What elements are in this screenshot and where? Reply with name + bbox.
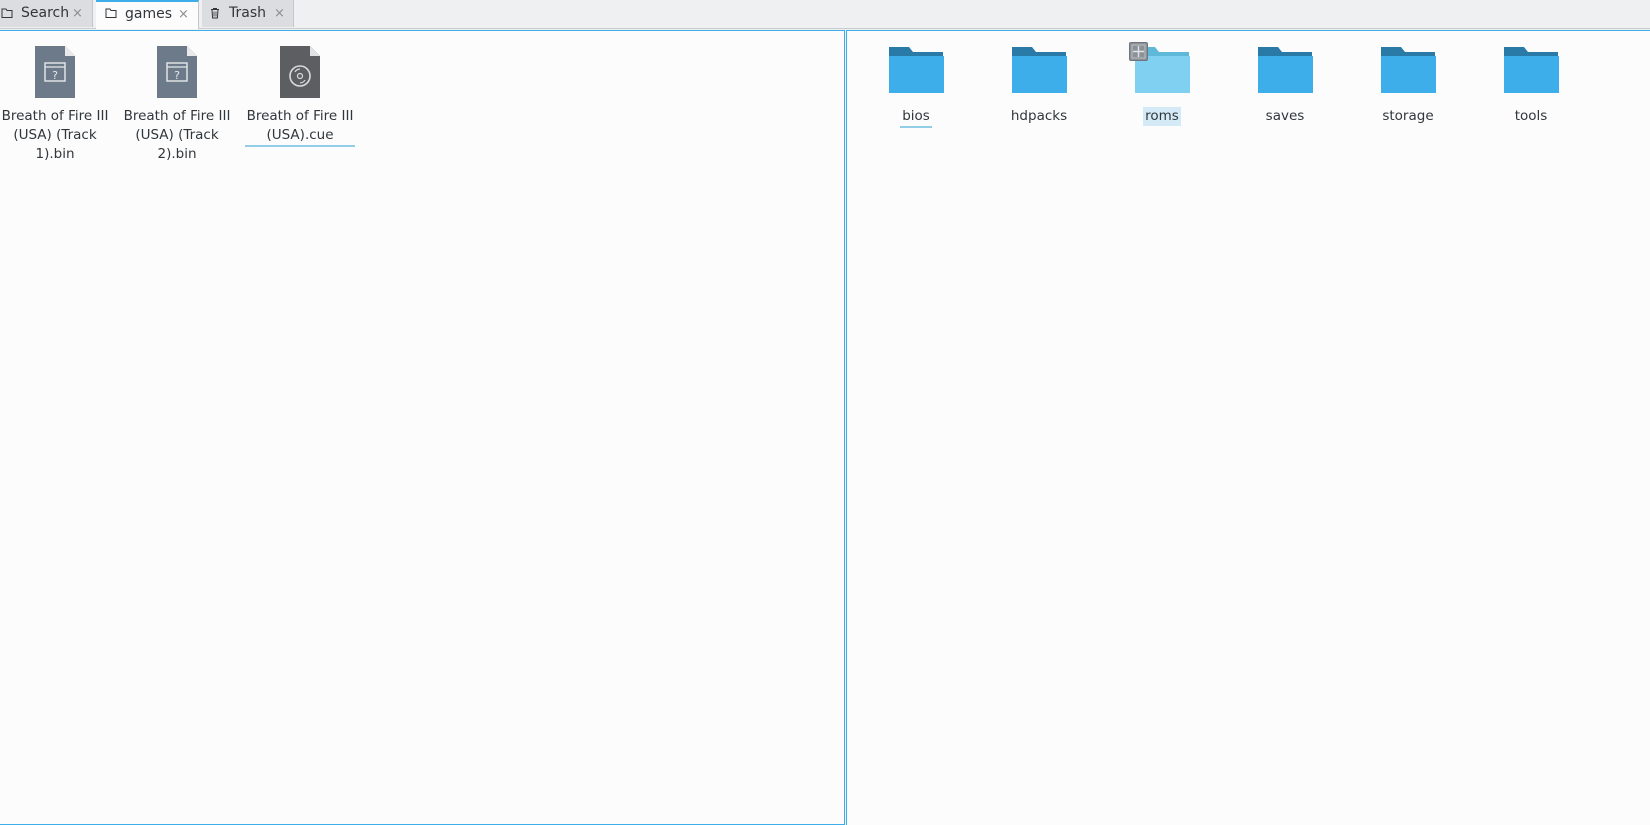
svg-text:?: ? <box>174 69 180 82</box>
folder-name: saves <box>1265 108 1305 124</box>
right-file-pane[interactable]: bios hdpacks roms saves storage tools <box>846 30 1650 825</box>
folder-icon <box>1 8 13 18</box>
folder-icon <box>1258 47 1313 93</box>
folder-item[interactable]: hdpacks <box>978 44 1100 126</box>
tab-label: Trash <box>229 5 266 21</box>
tab-games[interactable]: games × <box>96 0 199 29</box>
folder-name: storage <box>1382 108 1434 124</box>
folder-name: hdpacks <box>1010 108 1068 124</box>
add-to-selection-icon[interactable] <box>1129 42 1148 61</box>
unknown-file-icon: ? <box>35 46 75 98</box>
folder-icon <box>889 47 944 93</box>
folder-icon <box>1504 47 1559 93</box>
tab-close-icon[interactable]: × <box>178 2 189 27</box>
cue-disc-file-icon <box>280 46 320 98</box>
folder-name: bios <box>900 107 932 128</box>
tab-bar: Search × games × Trash × <box>0 0 1650 29</box>
folder-icon <box>1012 47 1067 93</box>
svg-text:?: ? <box>52 69 58 82</box>
tab-search[interactable]: Search × <box>0 0 93 27</box>
file-item[interactable]: ? Breath of Fire III (USA) (Track 1).bin <box>0 44 116 164</box>
folder-name: tools <box>1514 108 1548 124</box>
folder-icon <box>1381 47 1436 93</box>
trash-icon <box>211 8 219 19</box>
folder-name: roms <box>1143 107 1181 126</box>
tab-label: Search <box>21 5 70 21</box>
tab-label: games <box>125 6 173 22</box>
unknown-file-icon: ? <box>157 46 197 98</box>
file-name: Breath of Fire III (USA) (Track 1).bin <box>1 108 109 162</box>
folder-item[interactable]: saves <box>1224 44 1346 126</box>
folder-item[interactable]: roms <box>1101 42 1223 126</box>
folder-item[interactable]: tools <box>1470 44 1592 126</box>
tab-trash[interactable]: Trash × <box>202 0 294 27</box>
file-name: Breath of Fire III (USA).cue <box>244 107 356 147</box>
file-item[interactable]: Breath of Fire III (USA).cue <box>239 44 361 147</box>
folder-icon <box>105 8 117 18</box>
tab-close-icon[interactable]: × <box>274 0 285 27</box>
left-file-pane[interactable]: ? Breath of Fire III (USA) (Track 1).bin… <box>0 30 845 825</box>
file-name: Breath of Fire III (USA) (Track 2).bin <box>123 108 231 162</box>
folder-item[interactable]: storage <box>1347 44 1469 126</box>
tab-close-icon[interactable]: × <box>72 0 83 27</box>
folder-item[interactable]: bios <box>855 44 977 128</box>
file-item[interactable]: ? Breath of Fire III (USA) (Track 2).bin <box>116 44 238 164</box>
